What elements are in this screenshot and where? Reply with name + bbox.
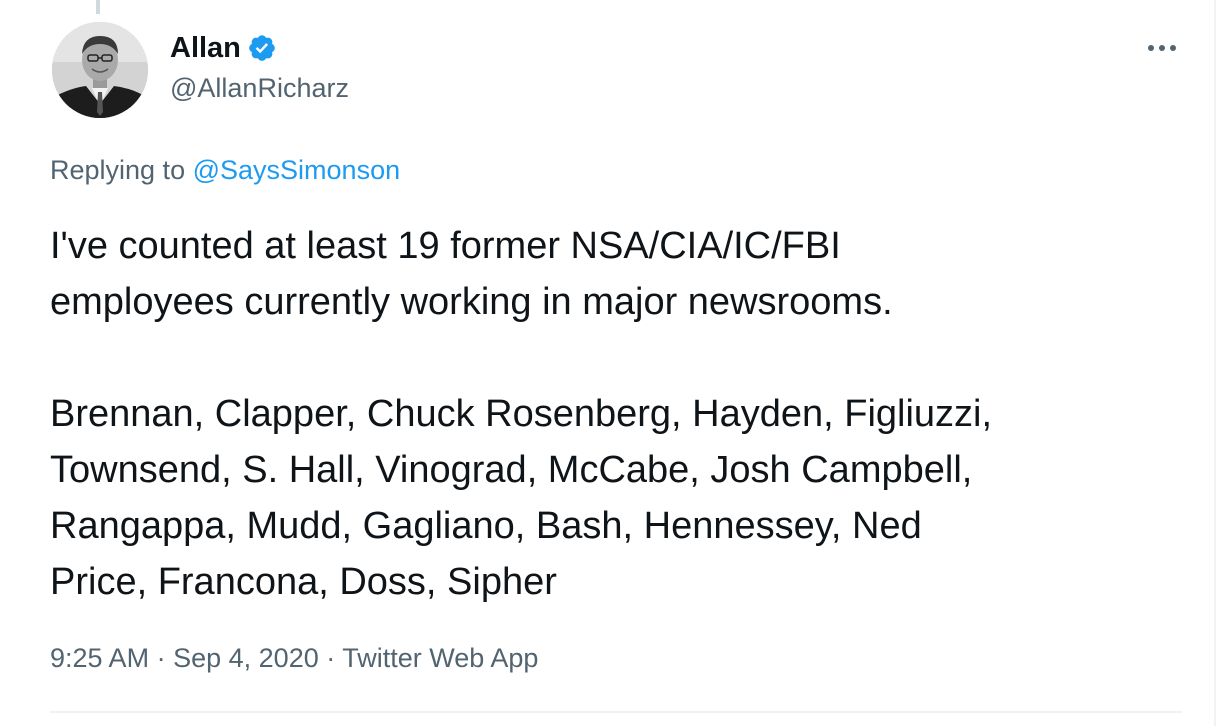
paragraph-break [50,330,1210,386]
more-options-button[interactable] [1140,30,1184,66]
tweet-text-line: Rangappa, Mudd, Gagliano, Bash, Hennesse… [50,505,922,547]
column-border [1214,0,1216,726]
tweet-time-link[interactable]: 9:25 AM [50,643,149,673]
replying-to-label: Replying to [50,155,186,185]
avatar[interactable] [52,22,148,118]
author-handle[interactable]: @AllanRicharz [170,70,349,106]
verified-badge-icon [247,33,277,63]
divider [50,711,1182,713]
reply-mention-link[interactable]: @SaysSimonson [193,155,401,185]
avatar-photo [52,22,148,118]
meta-separator: · [326,643,336,673]
tweet-text-line: I've counted at least 19 former NSA/CIA/… [50,225,841,267]
more-options-icon [1148,45,1176,51]
tweet-text-line: employees currently working in major new… [50,281,893,323]
tweet-text-line: Brennan, Clapper, Chuck Rosenberg, Hayde… [50,393,993,435]
replying-to-line: Replying to @SaysSimonson [50,152,400,188]
tweet-metadata: 9:25 AM · Sep 4, 2020 · Twitter Web App [50,638,538,678]
tweet-source: Twitter Web App [342,643,539,673]
tweet-date-link[interactable]: Sep 4, 2020 [173,643,319,673]
tweet-text-line: Townsend, S. Hall, Vinograd, McCabe, Jos… [50,449,973,491]
author-name-row[interactable]: Allan [170,28,277,68]
tweet-text-line: Price, Francona, Doss, Sipher [50,561,557,603]
thread-connector-line [96,0,100,14]
author-display-name[interactable]: Allan [170,28,241,68]
tweet-text: I've counted at least 19 former NSA/CIA/… [50,218,1210,610]
meta-separator: · [156,643,166,673]
